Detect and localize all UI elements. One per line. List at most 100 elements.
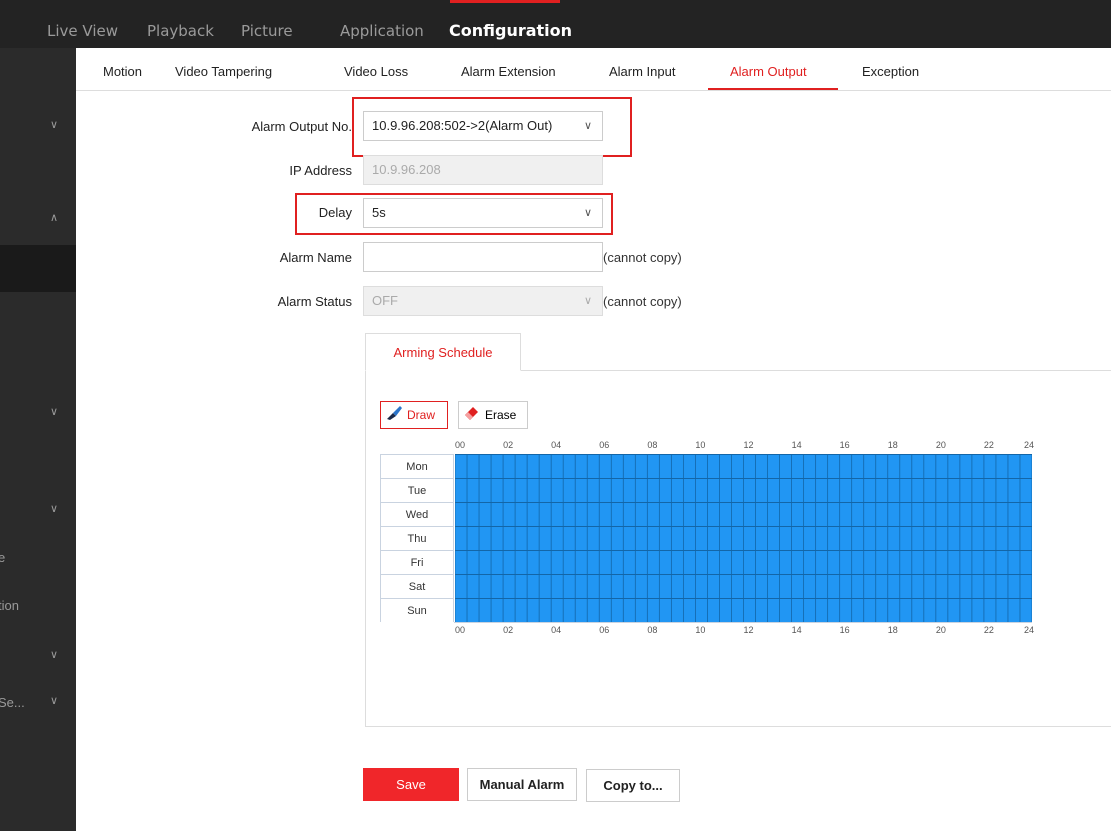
alarm-name-label: Alarm Name: [279, 250, 352, 265]
hour-tick-label: 18: [887, 440, 898, 450]
day-label: Tue: [380, 478, 454, 502]
armed-period-bar[interactable]: [455, 502, 1032, 526]
alarm-name-input[interactable]: [363, 242, 603, 272]
hour-tick-label: 24: [1024, 625, 1035, 635]
draw-label: Draw: [407, 408, 436, 422]
sidebar-selected-item[interactable]: [0, 245, 76, 292]
chevron-down-icon[interactable]: ∨: [50, 502, 58, 515]
day-label: Fri: [380, 550, 454, 574]
nav-picture[interactable]: Picture: [241, 0, 293, 48]
nav-playback[interactable]: Playback: [147, 0, 214, 48]
sidebar-item-label[interactable]: tion: [0, 598, 19, 613]
tab-alarm-output[interactable]: Alarm Output: [730, 48, 807, 90]
hour-tick-label: 22: [983, 625, 994, 635]
nav-live-view[interactable]: Live View: [47, 0, 118, 48]
hour-tick-label: 16: [839, 625, 850, 635]
tab-arming-schedule[interactable]: Arming Schedule: [365, 333, 521, 371]
hour-tick-label: 04: [551, 625, 562, 635]
hour-tick-label: 18: [887, 625, 898, 635]
hour-tick-label: 12: [743, 625, 754, 635]
hour-tick-label: 20: [935, 440, 946, 450]
alarm-status-hint: (cannot copy): [603, 294, 682, 309]
armed-period-bar[interactable]: [455, 478, 1032, 502]
hour-tick-label: 00: [455, 625, 466, 635]
schedule-row[interactable]: Sun: [380, 598, 1032, 622]
chevron-down-icon: ∨: [583, 120, 592, 132]
day-label: Sun: [380, 598, 454, 622]
hour-tick-label: 10: [695, 625, 706, 635]
schedule-row[interactable]: Mon: [380, 454, 1032, 478]
delay-select[interactable]: 5s ∨: [363, 198, 603, 228]
brush-icon: [386, 403, 403, 429]
ip-address-label: IP Address: [289, 163, 352, 178]
alarm-output-no-select[interactable]: 10.9.96.208:502->2(Alarm Out) ∨: [363, 111, 603, 141]
chevron-down-icon: ∨: [583, 207, 592, 219]
hour-axis-bottom: 00 02 04 06 08 10 12 14 16 18 20 22 24: [380, 623, 1035, 639]
draw-button[interactable]: Draw: [380, 401, 448, 429]
schedule-row[interactable]: Thu: [380, 526, 1032, 550]
day-label: Mon: [380, 454, 454, 478]
chevron-down-icon[interactable]: ∨: [50, 694, 58, 707]
day-label: Wed: [380, 502, 454, 526]
hour-tick-label: 16: [839, 440, 850, 450]
sidebar: ∨ ∧ ∨ ∨ e tion ∨ Se... ∨: [0, 48, 76, 831]
nav-application[interactable]: Application: [340, 0, 424, 48]
eraser-icon: [464, 403, 481, 429]
alarm-output-no-value: 10.9.96.208:502->2(Alarm Out): [372, 118, 553, 133]
tab-video-tampering[interactable]: Video Tampering: [175, 48, 272, 90]
hour-axis-top: 00 02 04 06 08 10 12 14 16 18 20 22 24: [380, 438, 1035, 454]
chevron-down-icon[interactable]: ∨: [50, 648, 58, 661]
save-button[interactable]: Save: [363, 768, 459, 801]
sidebar-item-label[interactable]: Se...: [0, 695, 25, 710]
hour-tick-label: 00: [455, 440, 466, 450]
nav-configuration[interactable]: Configuration: [449, 0, 572, 48]
delay-label: Delay: [318, 205, 352, 220]
hour-tick-label: 02: [503, 625, 514, 635]
copy-to-button[interactable]: Copy to...: [586, 769, 680, 802]
schedule-grid[interactable]: 00 02 04 06 08 10 12 14 16 18 20 22 24 Mon Tue Wed Thu F…: [380, 438, 1035, 639]
hour-tick-label: 22: [983, 440, 994, 450]
manual-alarm-button[interactable]: Manual Alarm: [467, 768, 577, 801]
sub-tabs: Motion Video Tampering Video Loss Alarm …: [76, 48, 1111, 91]
hour-tick-label: 14: [791, 625, 802, 635]
delay-value: 5s: [372, 205, 386, 220]
alarm-output-no-label: Alarm Output No.: [251, 119, 352, 134]
hour-tick-label: 08: [647, 440, 658, 450]
tab-alarm-input[interactable]: Alarm Input: [609, 48, 675, 90]
alarm-status-value: OFF: [372, 293, 398, 308]
day-label: Sat: [380, 574, 454, 598]
sidebar-item-label[interactable]: e: [0, 550, 5, 565]
hour-tick-label: 12: [743, 440, 754, 450]
chevron-down-icon[interactable]: ∨: [50, 118, 58, 131]
hour-tick-label: 24: [1024, 440, 1035, 450]
alarm-name-hint: (cannot copy): [603, 250, 682, 265]
tab-video-loss[interactable]: Video Loss: [344, 48, 408, 90]
chevron-down-icon: ∨: [583, 295, 592, 307]
hour-tick-label: 10: [695, 440, 706, 450]
armed-period-bar[interactable]: [455, 598, 1032, 622]
tab-motion[interactable]: Motion: [103, 48, 142, 90]
armed-period-bar[interactable]: [455, 526, 1032, 550]
day-label: Thu: [380, 526, 454, 550]
top-navigation: Live View Playback Picture Application C…: [0, 0, 1111, 48]
hour-tick-label: 08: [647, 625, 658, 635]
schedule-row[interactable]: Sat: [380, 574, 1032, 598]
hour-tick-label: 04: [551, 440, 562, 450]
chevron-up-icon[interactable]: ∧: [50, 211, 58, 224]
alarm-status-label: Alarm Status: [277, 294, 352, 309]
armed-period-bar[interactable]: [455, 550, 1032, 574]
hour-tick-label: 20: [935, 625, 946, 635]
tab-exception[interactable]: Exception: [862, 48, 919, 90]
tab-alarm-extension[interactable]: Alarm Extension: [461, 48, 556, 90]
hour-tick-label: 06: [599, 440, 610, 450]
schedule-row[interactable]: Wed: [380, 502, 1032, 526]
erase-button[interactable]: Erase: [458, 401, 528, 429]
chevron-down-icon[interactable]: ∨: [50, 405, 58, 418]
schedule-row[interactable]: Tue: [380, 478, 1032, 502]
armed-period-bar[interactable]: [455, 454, 1032, 478]
active-tab-indicator: [708, 88, 838, 90]
armed-period-bar[interactable]: [455, 574, 1032, 598]
schedule-row[interactable]: Fri: [380, 550, 1032, 574]
alarm-status-select: OFF ∨: [363, 286, 603, 316]
ip-address-field: 10.9.96.208: [363, 155, 603, 185]
